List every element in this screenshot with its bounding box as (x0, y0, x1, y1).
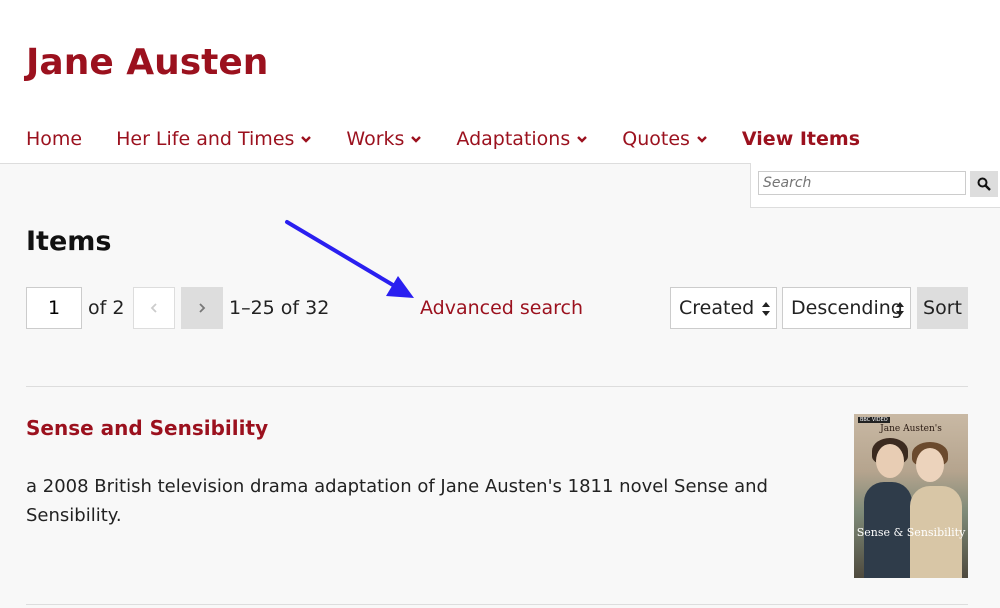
nav-item-adaptations[interactable]: Adaptations (456, 128, 588, 150)
page-title: Items (26, 226, 112, 257)
item-title-link[interactable]: Sense and Sensibility (26, 416, 268, 440)
advanced-search-link[interactable]: Advanced search (420, 297, 583, 319)
next-page-button[interactable] (181, 287, 223, 329)
sort-order-value: Descending (791, 297, 903, 319)
nav-label: View Items (741, 128, 861, 150)
chevron-down-icon (577, 136, 588, 143)
results-range: 1–25 of 32 (229, 297, 330, 319)
select-arrows-icon (762, 302, 770, 316)
site-title[interactable]: Jane Austen (26, 42, 268, 83)
nav-item-quotes[interactable]: Quotes (622, 128, 708, 150)
sort-button[interactable]: Sort (917, 287, 968, 329)
chevron-down-icon (411, 136, 422, 143)
chevron-right-icon (199, 303, 206, 313)
sort-order-select[interactable]: Descending (782, 287, 911, 329)
search-input[interactable] (758, 171, 966, 195)
nav-item-her-life-and-times[interactable]: Her Life and Times (116, 128, 312, 150)
page-number-input[interactable] (26, 287, 82, 329)
chevron-left-icon (150, 303, 157, 313)
select-arrows-icon (896, 302, 904, 316)
nav-label: Home (26, 128, 83, 150)
site-header: Jane Austen Home Her Life and Times Work… (0, 0, 1000, 164)
nav-label: Quotes (622, 128, 690, 150)
item-description: a 2008 British television drama adaptati… (26, 476, 768, 526)
chevron-down-icon (301, 136, 312, 143)
sort-by-select[interactable]: Created (670, 287, 777, 329)
nav-label: Adaptations (456, 128, 571, 150)
item-thumbnail[interactable]: BBC VIDEO Jane Austen's Sense & Sensibil… (854, 414, 968, 578)
search-icon (977, 177, 991, 191)
sort-by-value: Created (679, 297, 755, 319)
nav-item-view-items[interactable]: View Items (742, 128, 860, 150)
main-nav: Home Her Life and Times Works Adaptation… (26, 128, 894, 150)
nav-item-works[interactable]: Works (346, 128, 422, 150)
divider (26, 604, 968, 605)
chevron-down-icon (697, 136, 707, 143)
nav-label: Works (346, 128, 405, 150)
nav-item-home[interactable]: Home (26, 128, 82, 150)
cover-badge: BBC VIDEO (858, 417, 890, 423)
search-box (750, 163, 1000, 208)
divider (26, 386, 968, 387)
search-button[interactable] (970, 171, 998, 197)
nav-label: Her Life and Times (116, 128, 295, 150)
cover-author: Jane Austen's (880, 424, 942, 434)
page-count-label: of 2 (88, 297, 125, 319)
cover-title: Sense & Sensibility (856, 526, 966, 539)
previous-page-button[interactable] (133, 287, 175, 329)
